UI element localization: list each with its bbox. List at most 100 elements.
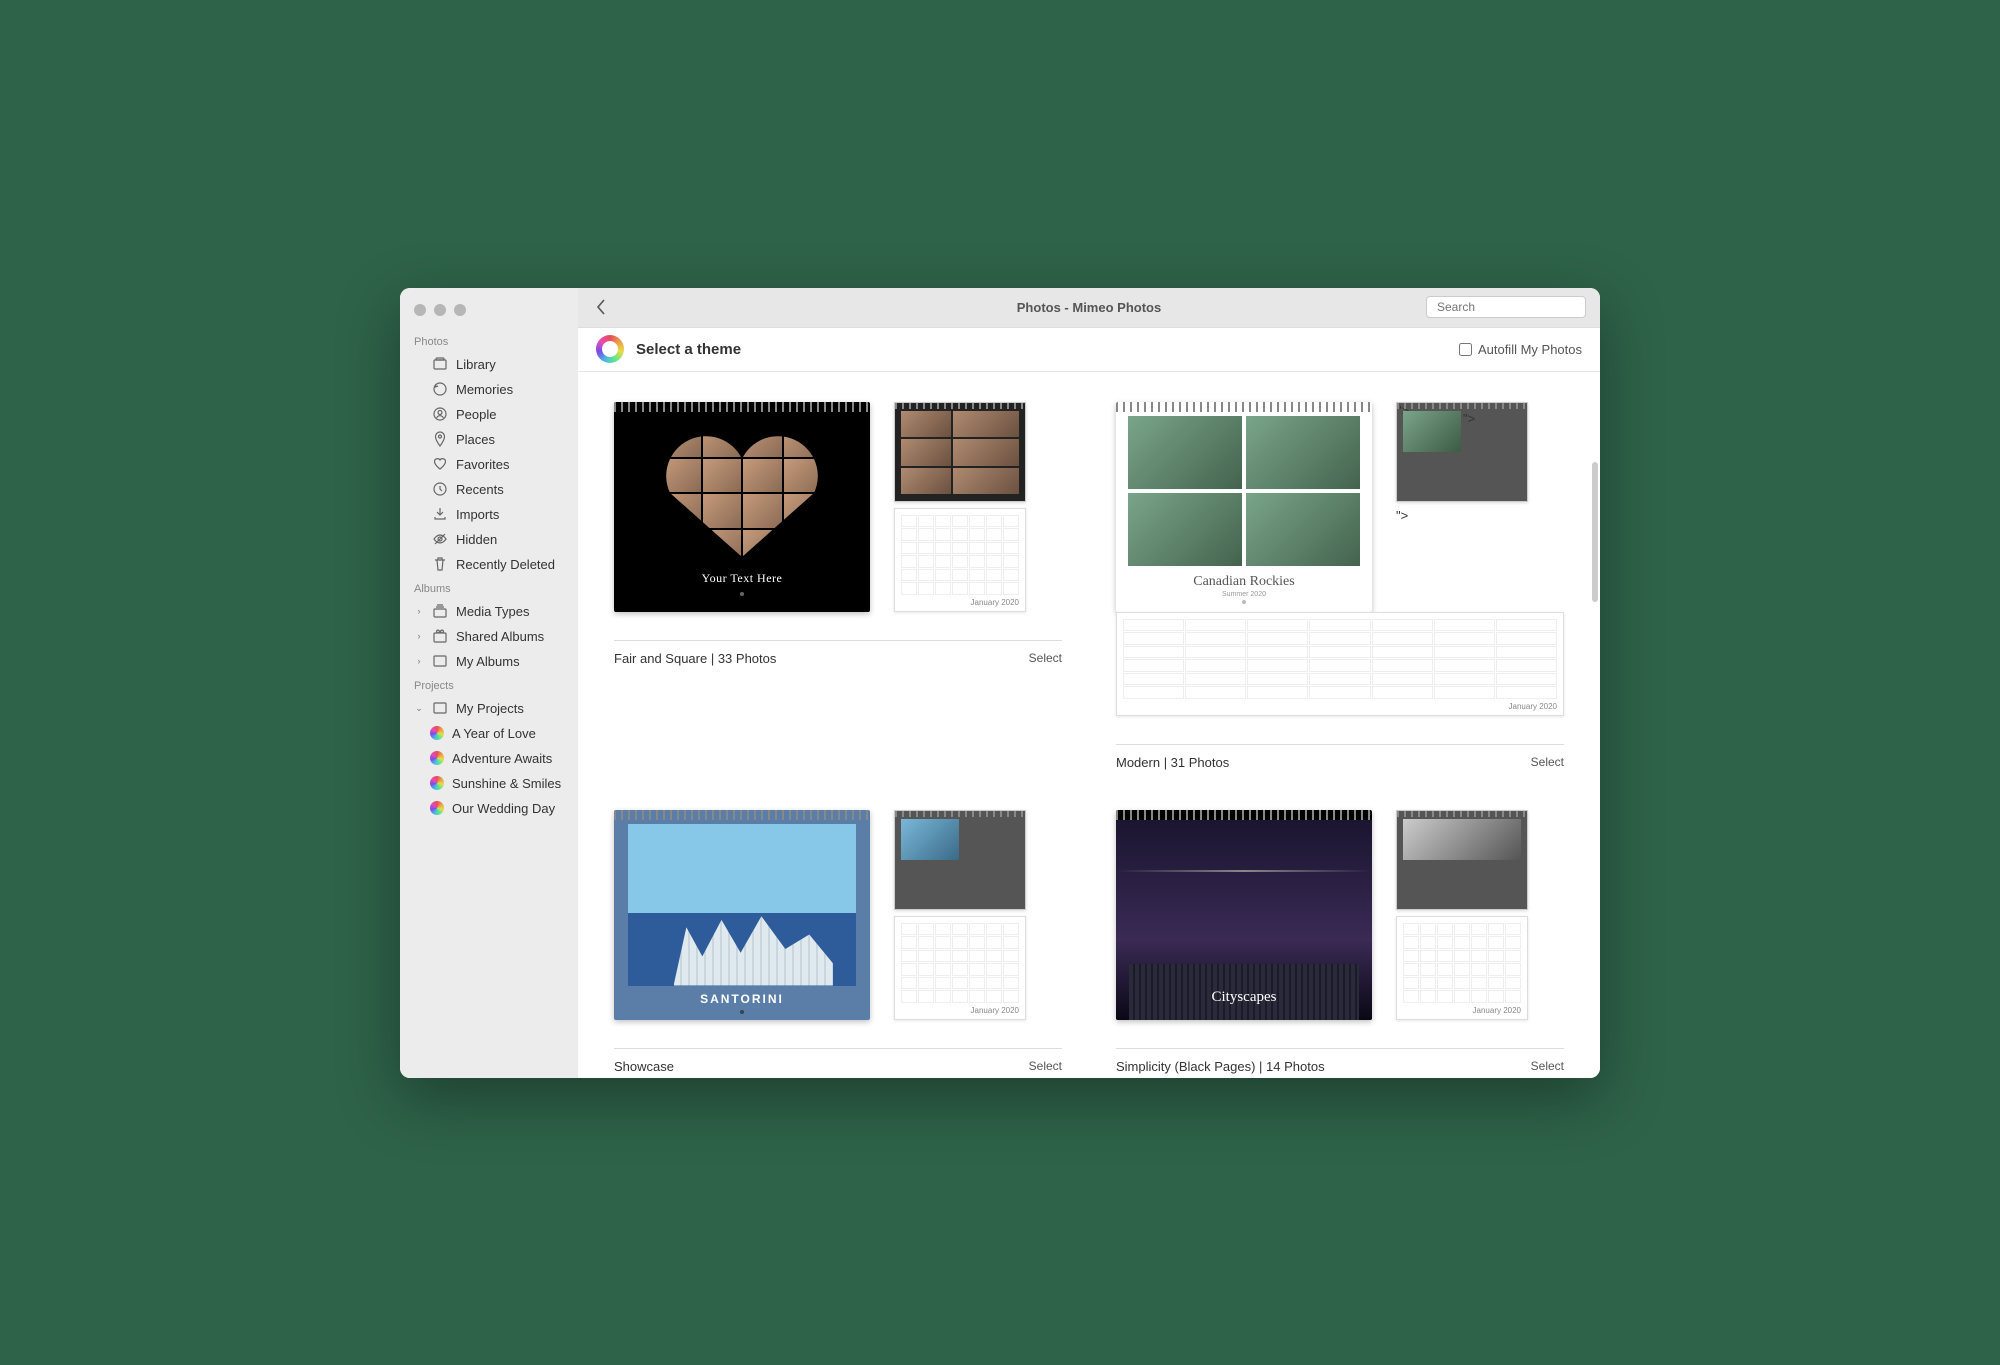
chevron-left-icon — [596, 299, 606, 315]
theme-cover[interactable]: SANTORINI — [614, 810, 870, 1020]
cover-caption: SANTORINI — [614, 992, 870, 1006]
sidebar-item[interactable]: ·Imports — [400, 502, 578, 527]
minimize-window-button[interactable] — [434, 304, 446, 316]
sidebar-item-label: Shared Albums — [456, 629, 544, 644]
theme-card: Canadian Rockies Summer 2020 ">">"> Janu… — [1116, 402, 1564, 770]
sidebar-item[interactable]: ·People — [400, 402, 578, 427]
person-circle-icon — [432, 406, 448, 422]
sidebar-item-label: Memories — [456, 382, 513, 397]
sidebar-project-item[interactable]: Adventure Awaits — [400, 746, 578, 771]
theme-preview-calendar[interactable]: ">">"> — [1396, 402, 1528, 523]
project-icon — [430, 751, 444, 765]
album-icon — [432, 700, 448, 716]
select-button[interactable]: Select — [1531, 1059, 1564, 1073]
spiral-binding-icon — [1397, 811, 1527, 817]
sidebar-item[interactable]: ·Recently Deleted — [400, 552, 578, 577]
spiral-binding-icon — [614, 810, 870, 820]
spiral-binding-icon — [1397, 403, 1527, 409]
calendar-photo-page — [894, 810, 1026, 910]
theme-cover[interactable]: Your Text Here — [614, 402, 870, 612]
sidebar-item-label: Hidden — [456, 532, 497, 547]
cover-caption: Cityscapes — [1116, 989, 1372, 1006]
chevron-right-icon[interactable]: › — [414, 656, 424, 666]
zoom-window-button[interactable] — [454, 304, 466, 316]
spiral-binding-icon — [895, 811, 1025, 817]
sidebar-item-label: Imports — [456, 507, 499, 522]
sidebar-item-label: My Albums — [456, 654, 520, 669]
trash-icon — [432, 556, 448, 572]
sidebar-item-label: Our Wedding Day — [452, 801, 555, 816]
sidebar-item[interactable]: ·Memories — [400, 377, 578, 402]
sidebar-item[interactable]: ·Places — [400, 427, 578, 452]
theme-preview-calendar[interactable]: January 2020 — [1396, 810, 1528, 1020]
search-input[interactable] — [1437, 300, 1592, 314]
sidebar-item[interactable]: ·Hidden — [400, 527, 578, 552]
close-window-button[interactable] — [414, 304, 426, 316]
preview-month-label: January 2020 — [971, 598, 1019, 607]
sidebar-item[interactable]: ·Recents — [400, 477, 578, 502]
sidebar-item[interactable]: › My Albums — [400, 649, 578, 674]
page-dots — [740, 1010, 744, 1014]
sidebar-item-label: Adventure Awaits — [452, 751, 552, 766]
cover-caption: Canadian Rockies — [1128, 574, 1360, 590]
album-icon — [432, 653, 448, 669]
clock-icon — [432, 481, 448, 497]
chevron-right-icon[interactable]: › — [414, 606, 424, 616]
sidebar-item-label: My Projects — [456, 701, 524, 716]
sidebar-item[interactable]: › Shared Albums — [400, 624, 578, 649]
sidebar-project-item[interactable]: Our Wedding Day — [400, 796, 578, 821]
spiral-binding-icon — [1116, 810, 1372, 820]
sidebar-item[interactable]: › Media Types — [400, 599, 578, 624]
calendar-photo-page: ">"> — [1396, 402, 1528, 502]
theme-card: Your Text Here January 2020 Fair and Squ… — [614, 402, 1062, 770]
sidebar-item[interactable]: ·Library — [400, 352, 578, 377]
theme-grid: Your Text Here January 2020 Fair and Squ… — [614, 402, 1564, 1074]
sidebar-item-label: Recents — [456, 482, 504, 497]
scrollbar-thumb[interactable] — [1592, 462, 1598, 602]
heart-icon — [432, 456, 448, 472]
theme-preview-calendar[interactable]: January 2020 — [894, 810, 1026, 1020]
download-tray-icon — [432, 506, 448, 522]
theme-name: Showcase — [614, 1059, 674, 1074]
sidebar-item[interactable]: ·Favorites — [400, 452, 578, 477]
theme-card: Cityscapes January 2020 Simplicity (Blac… — [1116, 810, 1564, 1074]
sidebar-section-title: Projects — [400, 674, 578, 696]
select-button[interactable]: Select — [1029, 1059, 1062, 1073]
sidebar-item[interactable]: ⌄ My Projects — [400, 696, 578, 721]
cover-subcaption: Summer 2020 — [1128, 591, 1360, 598]
photo-stack-icon — [432, 356, 448, 372]
calendar-grid-page: January 2020 — [894, 916, 1026, 1020]
app-window: Photos·Library·Memories·People·Places·Fa… — [400, 288, 1600, 1078]
chevron-right-icon[interactable]: › — [414, 631, 424, 641]
select-button[interactable]: Select — [1029, 651, 1062, 665]
theme-name: Fair and Square | 33 Photos — [614, 651, 776, 666]
preview-month-label: January 2020 — [1473, 1006, 1521, 1015]
theme-preview-calendar[interactable]: January 2020 — [894, 402, 1026, 612]
heart-collage — [662, 423, 822, 563]
shared-icon — [432, 628, 448, 644]
cover-caption: Your Text Here — [702, 571, 783, 586]
sidebar-item-label: People — [456, 407, 496, 422]
subheader: Select a theme Autofill My Photos — [578, 328, 1600, 372]
autofill-checkbox[interactable] — [1459, 343, 1472, 356]
select-button[interactable]: Select — [1531, 755, 1564, 769]
pin-icon — [432, 431, 448, 447]
sidebar-project-item[interactable]: Sunshine & Smiles — [400, 771, 578, 796]
photo-grid — [1128, 416, 1360, 566]
sidebar-section-title: Photos — [400, 330, 578, 352]
main-area: Photos - Mimeo Photos Select a theme Aut… — [578, 288, 1600, 1078]
sidebar-item-label: Favorites — [456, 457, 509, 472]
autofill-toggle[interactable]: Autofill My Photos — [1459, 342, 1582, 357]
back-button[interactable] — [592, 298, 610, 316]
sidebar-item-label: Library — [456, 357, 496, 372]
search-field[interactable] — [1426, 296, 1586, 318]
theme-cover[interactable]: Cityscapes — [1116, 810, 1372, 1020]
sidebar-project-item[interactable]: A Year of Love — [400, 721, 578, 746]
theme-cover[interactable]: Canadian Rockies Summer 2020 — [1116, 402, 1372, 612]
calendar-photo-page — [1396, 810, 1528, 910]
content-scroll[interactable]: Your Text Here January 2020 Fair and Squ… — [578, 372, 1600, 1078]
sidebar-item-label: Media Types — [456, 604, 529, 619]
page-title: Select a theme — [636, 341, 741, 358]
sidebar-item-label: A Year of Love — [452, 726, 536, 741]
chevron-down-icon[interactable]: ⌄ — [414, 703, 424, 714]
